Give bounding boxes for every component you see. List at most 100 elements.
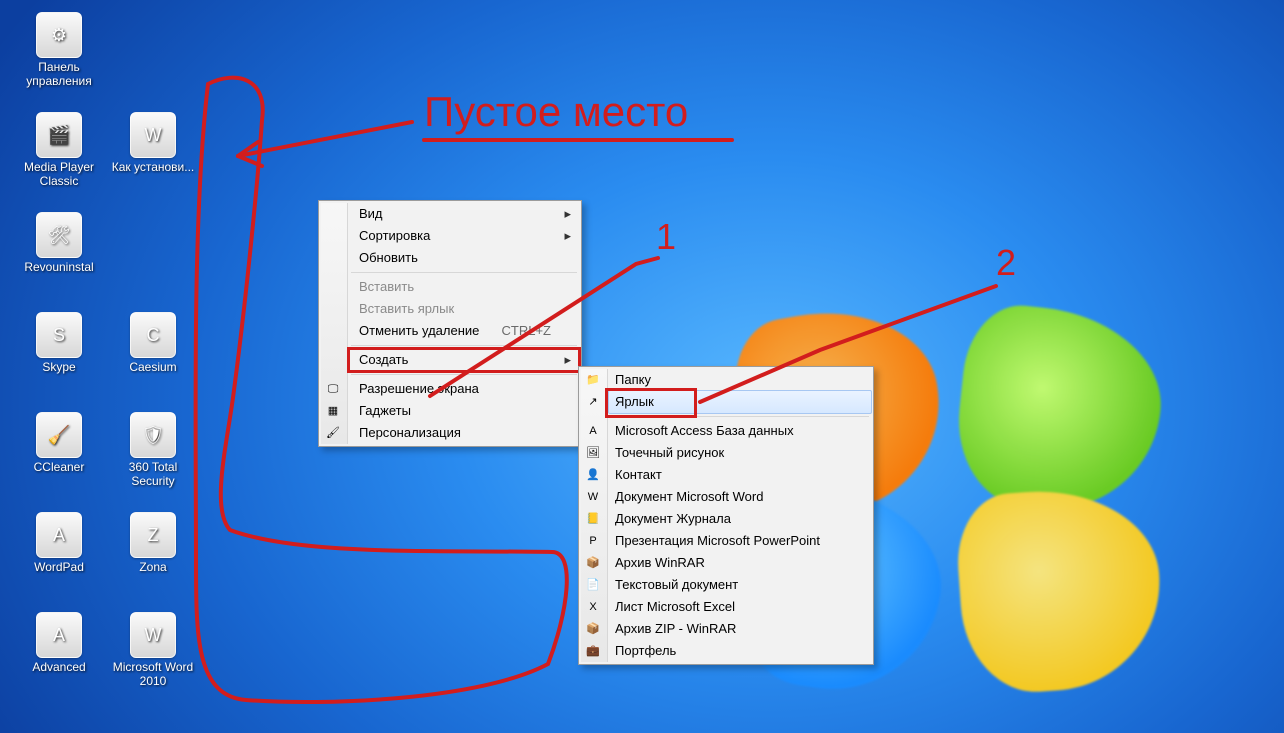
bitmap-icon: 🖼 bbox=[585, 445, 601, 461]
menu-item-paste-link: Вставить ярлык bbox=[349, 298, 579, 320]
revouninstal-icon: 🛠 bbox=[36, 212, 82, 258]
desktop-icon-label: Как установи... bbox=[110, 160, 196, 174]
caesium-icon: C bbox=[130, 312, 176, 358]
desktop-icon-label: Zona bbox=[110, 560, 196, 574]
desktop-icon-label: Media Player Classic bbox=[16, 160, 102, 188]
create-item-text[interactable]: 📄Текстовый документ bbox=[609, 574, 871, 596]
text-icon: 📄 bbox=[585, 577, 601, 593]
menu-item-personalize[interactable]: Персонализация🖌 bbox=[349, 422, 579, 444]
desktop-context-menu[interactable]: Вид▸Сортировка▸ОбновитьВставитьВставить … bbox=[318, 200, 582, 447]
submenu-arrow-icon: ▸ bbox=[564, 203, 571, 225]
menu-item-label: Обновить bbox=[359, 250, 418, 265]
desktop-icon-label: 360 Total Security bbox=[110, 460, 196, 488]
menu-separator bbox=[351, 272, 577, 273]
gadgets-icon: ▦ bbox=[325, 403, 341, 419]
wordpad-icon: A bbox=[36, 512, 82, 558]
create-item-contact[interactable]: 👤Контакт bbox=[609, 464, 871, 486]
menu-separator bbox=[611, 416, 869, 417]
menu-item-paste: Вставить bbox=[349, 276, 579, 298]
desktop-icon-wordpad[interactable]: A WordPad bbox=[16, 512, 102, 574]
create-submenu[interactable]: 📁Папку↗ЯрлыкAMicrosoft Access База данны… bbox=[578, 366, 874, 665]
journal-icon: 📒 bbox=[585, 511, 601, 527]
menu-item-label: Персонализация bbox=[359, 425, 461, 440]
create-item-winrar[interactable]: 📦Архив WinRAR bbox=[609, 552, 871, 574]
menu-item-gadgets[interactable]: Гаджеты▦ bbox=[349, 400, 579, 422]
desktop-icon-caesium[interactable]: CCaesium bbox=[110, 312, 196, 374]
create-item-powerpoint[interactable]: PПрезентация Microsoft PowerPoint bbox=[609, 530, 871, 552]
access-db-icon: A bbox=[585, 423, 601, 439]
menu-item-create[interactable]: Создать ▸ bbox=[349, 349, 579, 371]
powerpoint-icon: P bbox=[585, 533, 601, 549]
ccleaner-icon: 🧹 bbox=[36, 412, 82, 458]
shortcut-icon: ↗ bbox=[585, 394, 601, 410]
desktop-icon-advanced[interactable]: AAdvanced bbox=[16, 612, 102, 674]
contact-icon: 👤 bbox=[585, 467, 601, 483]
create-item-shortcut[interactable]: ↗Ярлык bbox=[608, 390, 872, 414]
menu-item-label: Лист Microsoft Excel bbox=[615, 599, 735, 614]
desktop-icon-media-player[interactable]: 🎬Media Player Classic bbox=[16, 112, 102, 188]
media-player-icon: 🎬 bbox=[36, 112, 82, 158]
menu-item-view[interactable]: Вид ▸ bbox=[349, 203, 579, 225]
create-item-word-doc[interactable]: WДокумент Microsoft Word bbox=[609, 486, 871, 508]
desktop-icon-skype[interactable]: S Skype bbox=[16, 312, 102, 374]
create-item-briefcase[interactable]: 💼Портфель bbox=[609, 640, 871, 662]
desktop-icon-ccleaner[interactable]: 🧹 CCleaner bbox=[16, 412, 102, 474]
create-item-access-db[interactable]: AMicrosoft Access База данных bbox=[609, 420, 871, 442]
menu-item-label: Папку bbox=[615, 372, 651, 387]
menu-item-label: Текстовый документ bbox=[615, 577, 738, 592]
desktop-icon-word-2010[interactable]: WMicrosoft Word 2010 bbox=[110, 612, 196, 688]
menu-item-label: Ярлык bbox=[615, 394, 654, 409]
desktop-icon-360-total[interactable]: 🛡360 Total Security bbox=[110, 412, 196, 488]
menu-item-label: Отменить удаление bbox=[359, 323, 479, 338]
desktop-icon-label: WordPad bbox=[16, 560, 102, 574]
menu-item-label: Контакт bbox=[615, 467, 662, 482]
menu-separator bbox=[351, 374, 577, 375]
personalize-icon: 🖌 bbox=[325, 425, 341, 441]
desktop-icon-kak-ustanovit[interactable]: W Как установи... bbox=[110, 112, 196, 174]
desktop[interactable]: ⚙Панель управления 🎬Media Player Classic 🛠… bbox=[0, 0, 1284, 733]
360-total-icon: 🛡 bbox=[130, 412, 176, 458]
menu-item-shortcut: CTRL+Z bbox=[502, 320, 551, 342]
annotation-marker-1: 1 bbox=[656, 216, 676, 258]
resolution-icon: 🖵 bbox=[325, 381, 341, 397]
menu-item-label: Документ Журнала bbox=[615, 511, 731, 526]
desktop-icon-label: Microsoft Word 2010 bbox=[110, 660, 196, 688]
create-item-bitmap[interactable]: 🖼Точечный рисунок bbox=[609, 442, 871, 464]
desktop-icon-label: Skype bbox=[16, 360, 102, 374]
menu-item-label: Вставить ярлык bbox=[359, 301, 454, 316]
create-item-journal[interactable]: 📒Документ Журнала bbox=[609, 508, 871, 530]
winrar-icon: 📦 bbox=[585, 555, 601, 571]
desktop-icon-revouninstal[interactable]: 🛠 Revouninstal bbox=[16, 212, 102, 274]
menu-item-label: Точечный рисунок bbox=[615, 445, 724, 460]
desktop-icon-control-panel[interactable]: ⚙Панель управления bbox=[16, 12, 102, 88]
menu-item-label: Презентация Microsoft PowerPoint bbox=[615, 533, 820, 548]
kak-ustanovit-icon: W bbox=[130, 112, 176, 158]
desktop-icon-label: Advanced bbox=[16, 660, 102, 674]
menu-item-label: Вид bbox=[359, 206, 383, 221]
annotation-title: Пустое место bbox=[424, 88, 688, 136]
submenu-arrow-icon: ▸ bbox=[564, 225, 571, 247]
zona-icon: Z bbox=[130, 512, 176, 558]
folder-icon: 📁 bbox=[585, 372, 601, 388]
desktop-icon-zona[interactable]: Z Zona bbox=[110, 512, 196, 574]
create-item-zip-rar[interactable]: 📦Архив ZIP - WinRAR bbox=[609, 618, 871, 640]
word-doc-icon: W bbox=[585, 489, 601, 505]
skype-icon: S bbox=[36, 312, 82, 358]
menu-item-label: Документ Microsoft Word bbox=[615, 489, 763, 504]
menu-item-label: Архив WinRAR bbox=[615, 555, 705, 570]
create-item-folder[interactable]: 📁Папку bbox=[609, 369, 871, 391]
menu-item-label: Создать bbox=[359, 352, 408, 367]
menu-item-undo-delete[interactable]: Отменить удаление CTRL+Z bbox=[349, 320, 579, 342]
menu-item-label: Портфель bbox=[615, 643, 676, 658]
create-item-excel[interactable]: XЛист Microsoft Excel bbox=[609, 596, 871, 618]
menu-separator bbox=[351, 345, 577, 346]
menu-item-label: Вставить bbox=[359, 279, 414, 294]
desktop-icon-label: CCleaner bbox=[16, 460, 102, 474]
desktop-icon-label: Revouninstal bbox=[16, 260, 102, 274]
submenu-arrow-icon: ▸ bbox=[564, 349, 571, 371]
menu-item-resolution[interactable]: Разрешение экрана🖵 bbox=[349, 378, 579, 400]
excel-icon: X bbox=[585, 599, 601, 615]
menu-item-sort[interactable]: Сортировка▸ bbox=[349, 225, 579, 247]
menu-item-refresh[interactable]: Обновить bbox=[349, 247, 579, 269]
menu-item-label: Архив ZIP - WinRAR bbox=[615, 621, 736, 636]
